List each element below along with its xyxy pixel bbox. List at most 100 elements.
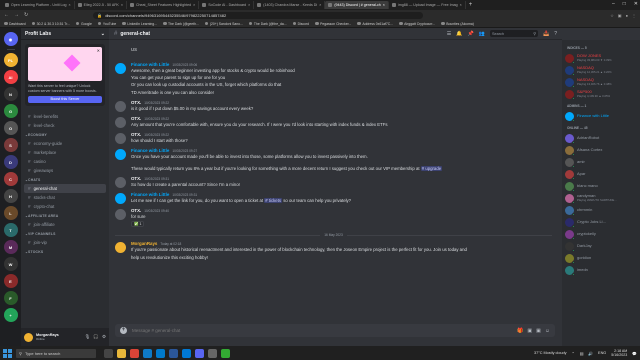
avatar[interactable] — [115, 149, 126, 161]
tab-close-icon[interactable]: × — [319, 3, 321, 7]
address-bar[interactable]: 🔒 discord.com/channels/94963169544523554… — [93, 11, 424, 19]
tab-close-icon[interactable]: × — [460, 3, 462, 7]
headphones-icon[interactable]: 🎧 — [93, 334, 99, 340]
maximize-icon[interactable]: □ — [623, 1, 626, 7]
server-icon[interactable]: G — [3, 104, 18, 118]
pin-icon[interactable]: 📌 — [468, 31, 474, 37]
channel-item-marketplace[interactable]: # marketplace — [24, 148, 106, 157]
member-item[interactable]: Crypto Jobs Li... — [565, 216, 637, 228]
server-icon[interactable]: PL — [3, 53, 18, 67]
channel-mention-upgrade[interactable]: # upgrade — [420, 165, 443, 171]
message-input[interactable] — [132, 328, 513, 333]
bookmark-item[interactable]: The Dark (@geeth... — [163, 22, 199, 26]
member-item[interactable]: imedn — [565, 264, 637, 276]
channel-item-economy-guide[interactable]: # economy-guide — [24, 139, 106, 148]
tab-close-icon[interactable]: × — [383, 3, 385, 7]
weather-text[interactable]: 37°C Mostly cloudy — [534, 351, 567, 355]
sticker-icon[interactable]: ▣ — [536, 328, 541, 334]
help-icon[interactable]: ? — [554, 31, 557, 37]
bookmark-item[interactable]: Airggatt Cryptocurr... — [399, 22, 435, 26]
member-item[interactable]: AdrianRobot — [565, 132, 637, 144]
bookmark-item[interactable]: Google — [75, 22, 92, 26]
member-item[interactable]: candyman Playing WARUTO SHIPPUDE... — [565, 192, 637, 204]
chevron-up-icon[interactable]: ⌃ — [572, 351, 575, 356]
guild-header[interactable]: Profit Labs ⌄ — [21, 28, 109, 40]
bookmark-item[interactable]: Bounties (Alcoma) — [441, 22, 474, 26]
bookmark-item[interactable]: (20+) Sandoni Sano... — [204, 22, 243, 26]
server-icon[interactable]: T — [3, 223, 18, 237]
member-item[interactable]: S&P500 Playing 4,109.90 ▲ 0.05% — [565, 88, 637, 100]
gif-icon[interactable]: ▣ — [527, 328, 532, 334]
server-icon[interactable]: L — [3, 206, 18, 220]
back-icon[interactable]: ← — [4, 12, 9, 18]
channel-item-giveaways[interactable]: # giveaways — [24, 166, 106, 175]
discord-icon[interactable] — [195, 348, 204, 358]
discord-home-icon[interactable]: ◉ — [3, 32, 18, 46]
mail-icon[interactable] — [182, 348, 191, 358]
avatar[interactable] — [115, 63, 126, 74]
browser-tab[interactable]: Elleg 2022-5 - 50 AFK × — [75, 1, 127, 9]
server-icon[interactable]: + — [3, 308, 18, 322]
close-icon[interactable]: ✕ — [97, 48, 100, 53]
server-icon[interactable]: W — [3, 257, 18, 271]
channel-item-stocks-chat[interactable]: # stocks-chat — [24, 193, 106, 202]
menu-icon[interactable]: ⋮ — [632, 13, 636, 18]
avatar[interactable] — [115, 209, 126, 221]
tab-close-icon[interactable]: × — [69, 3, 71, 7]
vscode-icon[interactable] — [156, 348, 165, 358]
server-icon[interactable]: AI — [3, 70, 18, 84]
server-icon[interactable]: C — [3, 172, 18, 186]
edge-icon[interactable] — [143, 348, 152, 358]
profile-icon[interactable]: ● — [626, 13, 628, 18]
tab-close-icon[interactable]: × — [193, 3, 195, 7]
boost-server-button[interactable]: Boost this Server — [28, 96, 102, 103]
bookmark-item[interactable]: LinkedIn Learning... — [122, 22, 157, 26]
bookmark-item[interactable]: 30.2 & 30.3 10.51 Tr... — [31, 22, 70, 26]
member-item[interactable]: chrmmin — [565, 204, 637, 216]
chrome-icon[interactable] — [130, 348, 139, 358]
channel-item-join-affiliate[interactable]: # join-affiliate — [24, 220, 106, 229]
reload-icon[interactable]: ↻ — [24, 12, 28, 18]
bookmark-item[interactable]: YouTube — [97, 22, 116, 26]
word-icon[interactable] — [169, 348, 178, 358]
avatar[interactable] — [24, 332, 33, 342]
microphone-icon[interactable]: 🎙 — [85, 334, 91, 340]
reaction-button[interactable]: ✅ 1 — [131, 221, 145, 228]
tab-close-icon[interactable]: × — [121, 3, 123, 7]
server-icon[interactable]: F — [3, 291, 18, 305]
threads-icon[interactable]: ☰ — [447, 31, 451, 37]
browser-tab[interactable]: img88 — Upload Image — Free Imag × — [389, 1, 466, 9]
bookmark-item[interactable]: The Dark (@the_da... — [248, 22, 287, 26]
clock[interactable]: 2:18 AM 5/16/2023 — [611, 349, 627, 358]
server-icon[interactable]: E — [3, 274, 18, 288]
server-icon[interactable]: N — [3, 87, 18, 101]
avatar[interactable] — [115, 117, 126, 129]
server-icon[interactable]: S — [3, 138, 18, 152]
gift-icon[interactable]: 🎁 — [517, 328, 523, 334]
bookmark-item[interactable]: Pegasson Checker... — [315, 22, 351, 26]
search-input[interactable]: Search ⚲ — [489, 30, 538, 37]
minimize-icon[interactable]: – — [612, 1, 615, 7]
server-icon[interactable]: O — [3, 121, 18, 135]
avatar[interactable] — [115, 100, 126, 112]
new-tab-icon[interactable]: + — [466, 2, 476, 8]
file-explorer-icon[interactable] — [117, 348, 126, 358]
app-icon[interactable] — [208, 348, 217, 358]
channel-category[interactable]: ⌄ STOCKS — [24, 247, 106, 256]
server-icon[interactable]: M — [3, 240, 18, 254]
member-item[interactable]: DarkJay — [565, 240, 637, 252]
channel-mention-tickets[interactable]: # tickets — [264, 198, 283, 204]
taskbar-search-input[interactable]: ⚲ Type here to search — [16, 348, 96, 358]
member-item[interactable]: NASDAQ Playing 13,466.76 ▲ 0.48% — [565, 76, 637, 88]
member-item[interactable]: DOW JONES Playing 33,984.00 ▼ 0.39% — [565, 52, 637, 64]
server-icon[interactable]: D — [3, 155, 18, 169]
network-icon[interactable]: ▤ — [580, 351, 584, 356]
member-item[interactable]: amir — [565, 156, 637, 168]
member-item[interactable]: Finance with Little — [565, 110, 637, 122]
channel-item-crypto-chat[interactable]: # crypto-chat — [24, 202, 106, 211]
member-item[interactable]: Apar — [565, 168, 637, 180]
browser-tab[interactable]: Cheat_Sheet Features Highlighted × — [127, 1, 200, 9]
bookmark-item[interactable]: Address 0x61af7C... — [357, 22, 393, 26]
forward-icon[interactable]: → — [14, 12, 19, 18]
attach-plus-icon[interactable]: + — [120, 327, 127, 334]
